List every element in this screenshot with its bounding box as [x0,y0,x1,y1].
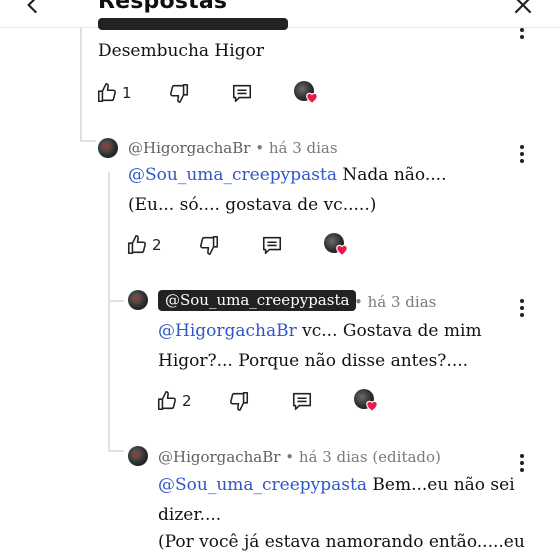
creator-heart [294,80,318,106]
like-count: 2 [152,236,162,254]
avatar[interactable] [128,290,148,310]
more-vertical-icon[interactable] [516,297,528,319]
thread-line [108,172,110,302]
mention-link[interactable]: @Sou_uma_creepypasta [128,165,337,185]
comment-text-line: Bem...eu não sei [367,475,515,495]
reply-button[interactable] [260,232,284,258]
thumbs-down-icon [170,83,189,103]
avatar[interactable] [128,446,148,466]
comment-author[interactable]: @HigorgachaBr • há 3 dias [128,139,338,157]
comment-text: @HigorgachaBr vc... Gostava de mim [158,316,482,346]
like-count: 2 [182,392,192,410]
comment-text-line: Higor?... Porque não disse antes?.... [158,351,469,371]
reply-button[interactable] [230,80,254,106]
more-vertical-icon[interactable] [516,452,528,474]
thumbs-up-icon [97,83,116,103]
page-title: Respostas [98,0,228,14]
thumbs-down-icon [200,235,219,255]
dislike-button[interactable] [198,232,220,258]
creator-heart-icon [366,400,378,412]
author-chip[interactable]: @Sou_uma_creepypasta [158,290,357,311]
comment-text: Desembucha Higor [98,41,264,61]
creator-heart-icon [336,244,348,256]
reply-comment-icon [232,84,252,103]
like-button[interactable]: 2 [156,388,192,414]
creator-heart-icon [306,92,318,104]
reply-comment-icon [262,236,282,255]
comment-text-line: dizer.... [158,505,222,525]
comment-timestamp: • há 3 dias [354,293,437,311]
thread-line [108,300,124,302]
comment-actions: 2 [156,388,396,414]
more-vertical-icon[interactable] [516,143,528,165]
thumbs-up-icon [127,235,146,255]
reply-comment-icon [292,392,312,411]
thread-line [80,140,96,142]
dislike-button[interactable] [168,80,190,106]
thread-line [108,450,124,452]
comment-timestamp: • há 3 dias (editado) [280,448,441,466]
like-count: 1 [122,84,132,102]
comment-timestamp: • há 3 dias [250,139,338,157]
author-handle[interactable]: @HigorgachaBr [128,139,250,157]
avatar[interactable] [98,138,118,158]
comment-text-line: (Eu... só.... gostava de vc.....) [128,195,377,215]
comment-text-line: vc... Gostava de mim [296,321,482,341]
comment-actions: 2 [126,232,366,258]
comment-text: @Sou_uma_creepypasta Bem...eu não sei [158,470,515,500]
close-icon[interactable] [510,0,536,18]
arrow-left-icon[interactable] [20,0,46,18]
comment-actions: 1 [96,80,336,106]
comment-author[interactable]: @HigorgachaBr • há 3 dias (editado) [158,448,441,466]
dislike-button[interactable] [228,388,250,414]
author-handle[interactable]: @HigorgachaBr [158,448,280,466]
like-button[interactable]: 2 [126,232,162,258]
comment-text: @Sou_uma_creepypasta Nada não.... [128,160,446,190]
thumbs-up-icon [157,391,176,411]
comment-text-line: (Por você já estava namorando então.....… [158,532,525,552]
thread-line [80,28,82,142]
like-button[interactable]: 1 [96,80,132,106]
comment-text-line: Nada não.... [337,165,447,185]
thread-line [108,300,110,450]
author-chip [98,18,288,30]
more-vertical-icon[interactable] [516,26,528,48]
thumbs-down-icon [230,391,249,411]
mention-link[interactable]: @HigorgachaBr [158,321,297,341]
creator-heart [354,388,378,414]
reply-button[interactable] [290,388,314,414]
creator-heart [324,232,348,258]
mention-link[interactable]: @Sou_uma_creepypasta [158,475,367,495]
